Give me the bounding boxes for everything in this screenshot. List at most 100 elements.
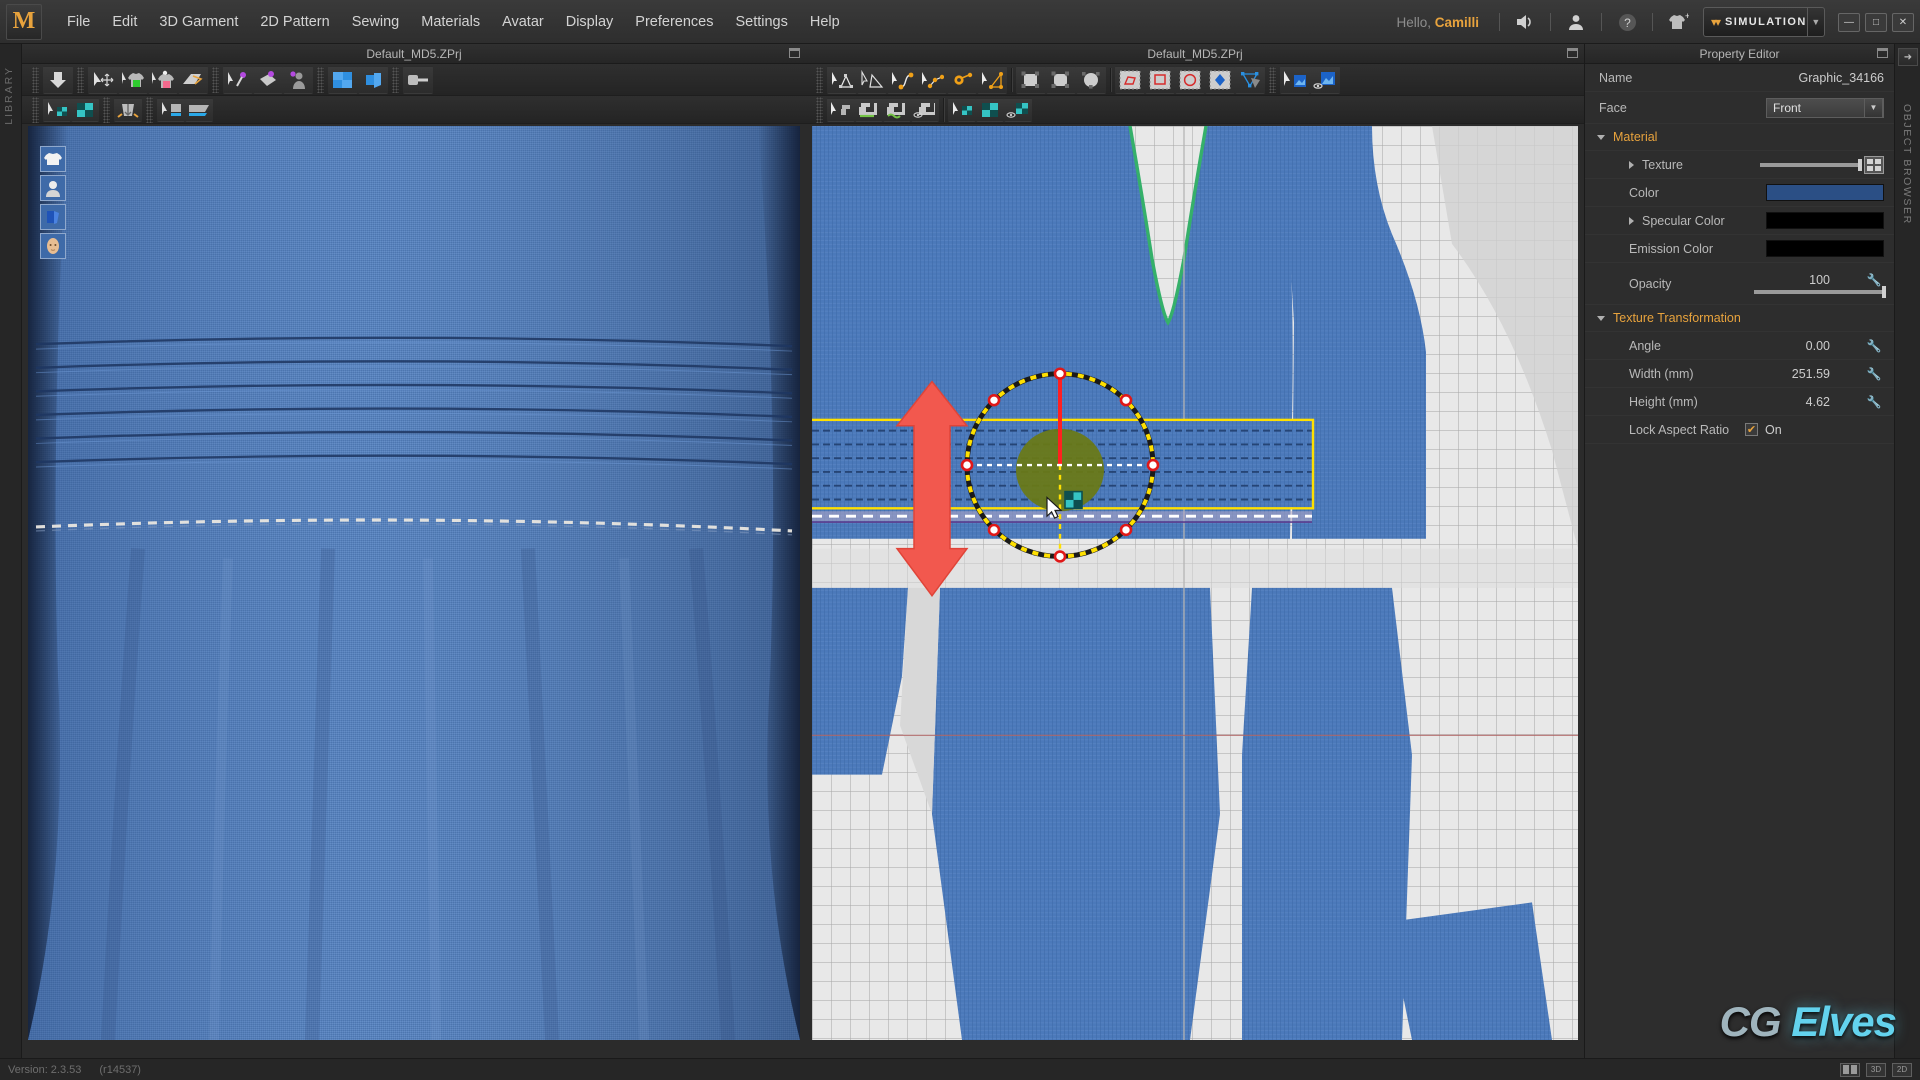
toolbar-grip[interactable] <box>317 66 324 93</box>
arrange-garment-icon[interactable] <box>43 65 73 94</box>
library-rail[interactable]: LIBRARY <box>0 44 22 1058</box>
section-material[interactable]: Material <box>1585 124 1894 151</box>
select-mesh-green-icon[interactable] <box>118 65 148 94</box>
internal-rect-icon[interactable] <box>1145 65 1175 94</box>
checkbox-checked-icon[interactable]: ✔ <box>1745 423 1758 436</box>
wrench-icon[interactable]: 🔧 <box>1864 273 1884 287</box>
garment-thumbnail-icon[interactable] <box>40 146 66 172</box>
wrench-icon[interactable]: 🔧 <box>1864 367 1884 381</box>
view-3d-button[interactable]: 3D <box>1866 1062 1886 1077</box>
toolbar-grip[interactable] <box>146 96 153 123</box>
layer-plane-icon[interactable] <box>185 97 213 122</box>
texture-eye-icon[interactable] <box>1004 97 1032 122</box>
chevron-down-icon[interactable]: ▼ <box>1864 97 1883 118</box>
add-point-split-icon[interactable] <box>917 65 947 94</box>
face-select[interactable]: Front ▼ <box>1766 97 1884 118</box>
texture-picker-button[interactable] <box>1864 155 1884 174</box>
mode-selector[interactable]: ▾▾ SIMULATION ▼ <box>1703 7 1825 37</box>
opacity-slider[interactable] <box>1754 286 1886 298</box>
round-rect-pattern-icon[interactable] <box>1046 65 1076 94</box>
menu-help[interactable]: Help <box>799 8 851 36</box>
select-layer-icon[interactable] <box>157 97 185 122</box>
height-value[interactable]: 4.62 <box>1806 395 1830 409</box>
speaker-icon[interactable] <box>1510 7 1540 37</box>
menu-avatar[interactable]: Avatar <box>491 8 555 36</box>
edit-curve-point-icon[interactable] <box>857 65 887 94</box>
emission-color-swatch[interactable] <box>1766 240 1884 257</box>
toolbar-grip[interactable] <box>392 66 399 93</box>
texture-slider[interactable] <box>1760 158 1862 171</box>
menu-2d-pattern[interactable]: 2D Pattern <box>249 8 340 36</box>
edit-graphic-icon[interactable] <box>1310 65 1340 94</box>
garment-add-icon[interactable]: + <box>1663 7 1693 37</box>
toolbar-grip[interactable] <box>816 96 823 123</box>
angle-value[interactable]: 0.00 <box>1806 339 1830 353</box>
menu-materials[interactable]: Materials <box>410 8 491 36</box>
select-texture-icon[interactable] <box>43 97 71 122</box>
box-arrange-icon[interactable] <box>358 65 388 94</box>
toolbar-grip[interactable] <box>103 96 110 123</box>
texture-move-icon[interactable] <box>976 97 1004 122</box>
tape-measure-icon[interactable] <box>403 65 433 94</box>
free-sewing-icon[interactable] <box>883 97 911 122</box>
internal-line-icon[interactable] <box>1205 65 1235 94</box>
section-texture-transformation[interactable]: Texture Transformation <box>1585 305 1894 332</box>
slider-knob[interactable] <box>1858 158 1862 171</box>
gravity-icon[interactable] <box>114 97 142 122</box>
toolbar-grip[interactable] <box>32 96 39 123</box>
undock-icon[interactable] <box>789 48 800 58</box>
toolbar-grip[interactable] <box>77 66 84 93</box>
lock-aspect-ratio-control[interactable]: ✔ On <box>1731 423 1884 437</box>
color-swatch[interactable] <box>1766 184 1884 201</box>
help-icon[interactable]: ? <box>1612 7 1642 37</box>
slider-knob[interactable] <box>1882 286 1886 298</box>
fabric-thumbnail-icon[interactable] <box>40 204 66 230</box>
width-value[interactable]: 251.59 <box>1792 367 1830 381</box>
window-minimize-button[interactable]: — <box>1838 12 1860 32</box>
pin-avatar-icon[interactable] <box>283 65 313 94</box>
wrench-icon[interactable]: 🔧 <box>1864 395 1884 409</box>
user-icon[interactable] <box>1561 7 1591 37</box>
sewing-edit-icon[interactable] <box>911 97 939 122</box>
menu-file[interactable]: File <box>56 8 101 36</box>
undock-icon[interactable] <box>1877 48 1888 58</box>
undock-icon[interactable] <box>1567 48 1578 58</box>
menu-edit[interactable]: Edit <box>101 8 148 36</box>
wrench-icon[interactable]: 🔧 <box>1864 339 1884 353</box>
opacity-value[interactable]: 100 <box>1809 273 1830 287</box>
menu-3d-garment[interactable]: 3D Garment <box>148 8 249 36</box>
split-view-button[interactable] <box>1840 1062 1860 1077</box>
internal-polygon-icon[interactable] <box>1115 65 1145 94</box>
select-move-icon[interactable] <box>88 65 118 94</box>
toolbar-grip[interactable] <box>32 66 39 93</box>
menu-settings[interactable]: Settings <box>724 8 798 36</box>
select-seam-icon[interactable] <box>827 97 855 122</box>
polygon-edit-icon[interactable] <box>977 65 1007 94</box>
circle-pattern-icon[interactable] <box>1076 65 1106 94</box>
viewport-3d-canvas[interactable] <box>28 126 800 1040</box>
edit-curvature-icon[interactable] <box>887 65 917 94</box>
internal-circle-icon[interactable] <box>1175 65 1205 94</box>
menu-display[interactable]: Display <box>555 8 625 36</box>
specular-color-swatch[interactable] <box>1766 212 1884 229</box>
select-texture-icon[interactable] <box>948 97 976 122</box>
window-close-button[interactable]: ✕ <box>1892 12 1914 32</box>
chevron-down-icon[interactable]: ▼ <box>1806 7 1824 37</box>
flatten-icon[interactable] <box>178 65 208 94</box>
texture-edit-icon[interactable] <box>71 97 99 122</box>
toolbar-grip[interactable] <box>1269 66 1276 93</box>
segment-sewing-icon[interactable] <box>855 97 883 122</box>
edit-pattern-icon[interactable] <box>827 65 857 94</box>
move-point-icon[interactable] <box>947 65 977 94</box>
window-maximize-button[interactable]: □ <box>1865 12 1887 32</box>
dart-icon[interactable] <box>1235 65 1265 94</box>
toolbar-grip[interactable] <box>212 66 219 93</box>
chevron-right-icon[interactable] <box>1629 216 1634 225</box>
object-browser-rail[interactable]: ➜ OBJECT BROWSER <box>1894 44 1920 1058</box>
select-pin-icon[interactable] <box>223 65 253 94</box>
view-2d-button[interactable]: 2D <box>1892 1062 1912 1077</box>
viewport-2d-canvas[interactable] <box>812 126 1578 1040</box>
rectangle-pattern-icon[interactable] <box>1016 65 1046 94</box>
menu-preferences[interactable]: Preferences <box>624 8 724 36</box>
expand-arrow-icon[interactable]: ➜ <box>1898 48 1918 66</box>
